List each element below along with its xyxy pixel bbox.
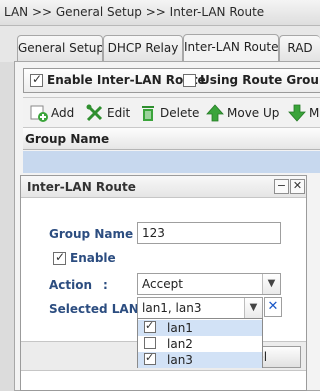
chevron-down-icon[interactable]: ▼ [244, 298, 262, 318]
table-row[interactable] [23, 151, 320, 173]
lan1-label: lan1 [167, 321, 193, 335]
lan3-label: lan3 [167, 353, 193, 367]
enable-checkbox[interactable] [53, 250, 66, 265]
action-label: Action [49, 278, 93, 292]
enable-inter-lan-route-checkbox[interactable] [30, 72, 43, 87]
options-bar: Enable Inter-LAN Route Using Route Group [23, 68, 320, 93]
lan-options-dropdown: lan1 lan2 lan3 [137, 318, 263, 368]
edit-label: Edit [107, 106, 131, 120]
add-icon [30, 105, 48, 122]
move-up-icon [206, 104, 224, 122]
move-up-label: Move Up [227, 106, 280, 120]
dialog-title: Inter-LAN Route [21, 176, 306, 198]
group-name-input[interactable]: 123 [137, 222, 281, 244]
using-route-group-label: Using Route Group [200, 73, 320, 87]
tab-general-setup[interactable]: General Setup [17, 35, 103, 62]
lan2-checkbox[interactable] [144, 337, 156, 349]
clear-selection-icon[interactable]: ✕ [264, 297, 282, 317]
close-icon[interactable]: ✕ [290, 179, 305, 194]
lan3-checkbox[interactable] [144, 351, 156, 365]
action-select-value: Accept [142, 277, 183, 291]
toolbar: Add Edit Delete Move Up M [23, 97, 320, 128]
group-name-label: Group Name : [49, 227, 143, 241]
minimize-icon[interactable]: − [274, 179, 289, 194]
delete-label: Delete [160, 106, 200, 120]
move-down-label: Move [309, 106, 320, 120]
trash-icon [142, 106, 154, 121]
lan-option-lan1[interactable]: lan1 [138, 319, 262, 336]
selected-lans-select[interactable]: lan1, lan3 ▼ [137, 297, 263, 319]
lan1-checkbox[interactable] [144, 319, 156, 333]
lan2-label: lan2 [167, 337, 193, 351]
move-down-icon [288, 104, 306, 122]
tab-inter-lan-route[interactable]: Inter-LAN Route [183, 34, 279, 62]
tab-strip: General Setup DHCP Relay Inter-LAN Route… [0, 26, 320, 62]
action-colon: : [103, 278, 108, 292]
column-header-group-name[interactable]: Group Name [23, 128, 320, 150]
selected-lans-value: lan1, lan3 [142, 301, 202, 315]
move-down-button[interactable]: Move [287, 103, 320, 123]
enable-inter-lan-route-label: Enable Inter-LAN Route [47, 73, 206, 87]
action-select[interactable]: Accept ▼ [137, 273, 281, 295]
breadcrumb: LAN >> General Setup >> Inter-LAN Route [0, 0, 320, 26]
enable-label: Enable [70, 251, 116, 265]
edit-tools-icon [86, 104, 103, 122]
tab-dhcp-relay[interactable]: DHCP Relay [103, 35, 183, 62]
tab-radius[interactable]: RAD [279, 35, 320, 62]
using-route-group-checkbox[interactable] [183, 74, 196, 87]
add-label: Add [51, 106, 75, 120]
lan-option-lan3[interactable]: lan3 [138, 351, 262, 368]
lan-option-lan2[interactable]: lan2 [138, 336, 262, 352]
chevron-down-icon[interactable]: ▼ [262, 274, 280, 294]
